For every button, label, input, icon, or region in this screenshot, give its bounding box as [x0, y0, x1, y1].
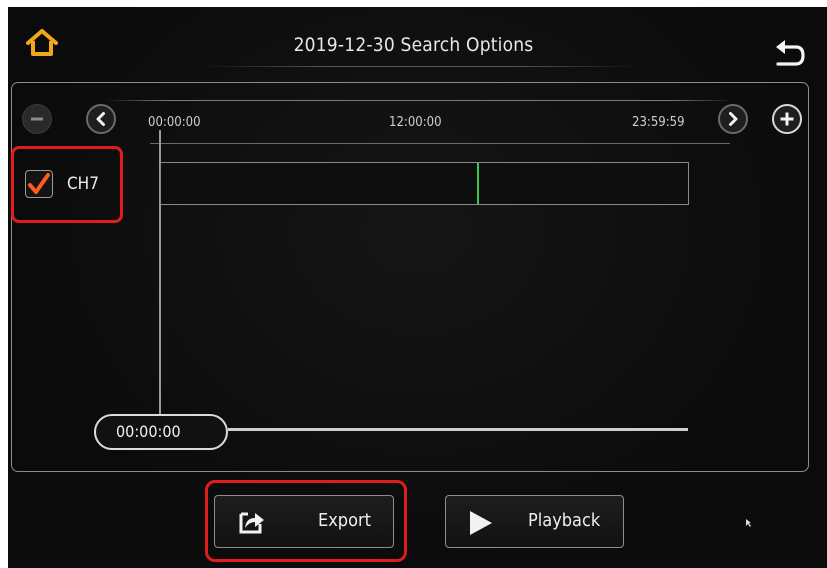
- export-highlight-box: [205, 480, 407, 562]
- playback-label: Playback: [528, 510, 601, 531]
- page-title: 2019-12-30 Search Options: [293, 34, 534, 56]
- tick-label-start: 00:00:00: [148, 115, 201, 130]
- chevron-left-icon: [96, 112, 105, 126]
- title-divider: [200, 66, 640, 67]
- time-slider-track[interactable]: [228, 428, 688, 431]
- time-slider-thumb[interactable]: 00:00:00: [94, 414, 228, 450]
- playback-button[interactable]: Playback: [445, 495, 624, 548]
- chevron-right-icon: [729, 112, 738, 126]
- ruler-top-line: [104, 100, 734, 101]
- zoom-out-button[interactable]: [22, 104, 52, 134]
- back-arrow-icon: [776, 40, 805, 66]
- recording-marker: [477, 163, 479, 204]
- channel-highlight-box: [11, 146, 123, 223]
- play-icon: [470, 511, 492, 535]
- plus-icon: [780, 112, 794, 126]
- tick-label-end: 23:59:59: [632, 115, 685, 130]
- scroll-left-button[interactable]: [86, 104, 116, 134]
- scroll-right-button[interactable]: [718, 104, 748, 134]
- channel-track[interactable]: [160, 162, 689, 205]
- tick-label-mid: 12:00:00: [389, 115, 442, 130]
- mouse-pointer-icon: [746, 512, 751, 527]
- ruler-baseline: [150, 143, 730, 144]
- minus-icon: [31, 117, 43, 121]
- back-button[interactable]: [772, 38, 806, 72]
- zoom-in-button[interactable]: [772, 104, 802, 134]
